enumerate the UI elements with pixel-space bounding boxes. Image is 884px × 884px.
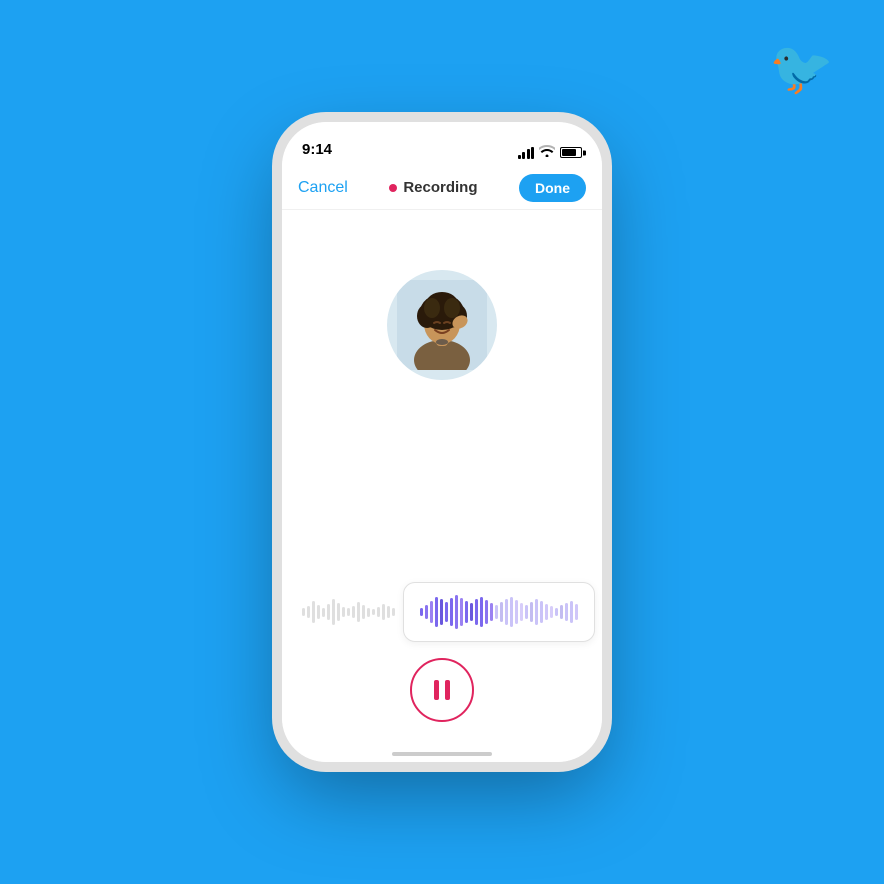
phone-notch <box>382 122 502 148</box>
avatar-container <box>387 270 497 380</box>
waveform-area <box>282 582 602 642</box>
phone-shell: 9:14 <box>282 122 602 762</box>
battery-icon <box>560 147 582 158</box>
phone-screen: 9:14 <box>282 122 602 762</box>
waveform-box <box>403 582 595 642</box>
recording-label: Recording <box>403 179 477 196</box>
recording-status: Recording <box>389 179 477 196</box>
nav-bar: Cancel Recording Done <box>282 166 602 210</box>
home-indicator <box>392 752 492 756</box>
waveform-ghost <box>302 599 395 624</box>
avatar-image <box>397 280 487 370</box>
pause-icon <box>434 680 450 700</box>
wifi-icon <box>539 145 555 160</box>
status-icons <box>518 145 583 160</box>
avatar-outer <box>387 270 497 380</box>
signal-icon <box>518 147 535 159</box>
pause-bar-left <box>434 680 439 700</box>
status-time: 9:14 <box>302 141 332 160</box>
pause-button[interactable] <box>410 658 474 722</box>
pause-bar-right <box>445 680 450 700</box>
recording-dot <box>389 184 397 192</box>
phone-mockup: 9:14 <box>282 122 602 762</box>
twitter-logo: 🐦 <box>769 38 834 99</box>
content-area <box>282 210 602 762</box>
done-button[interactable]: Done <box>519 174 586 202</box>
cancel-button[interactable]: Cancel <box>298 179 348 197</box>
